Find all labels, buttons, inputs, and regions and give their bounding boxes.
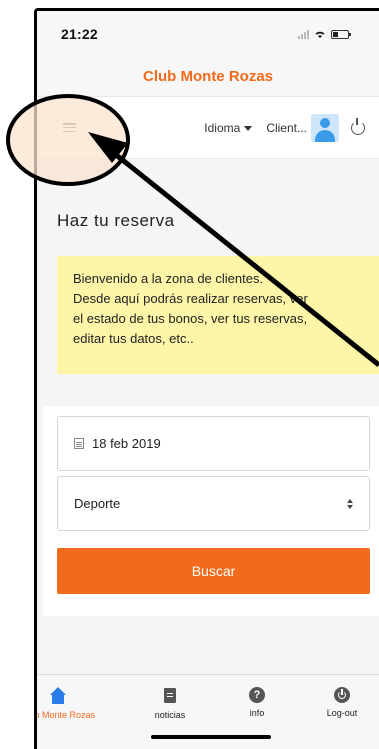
status-time: 21:22 <box>61 26 98 42</box>
power-icon <box>334 687 350 703</box>
search-button[interactable]: Buscar <box>57 548 370 594</box>
signal-icon <box>298 29 309 39</box>
document-icon <box>161 687 179 705</box>
welcome-line: el estado de tus bonos, ver tus reservas… <box>73 311 308 326</box>
booking-form: 18 feb 2019 Deporte Buscar <box>43 406 379 616</box>
tab-label: info <box>249 708 265 718</box>
welcome-message: Bienvenido a la zona de clientes. Desde … <box>57 256 379 374</box>
avatar[interactable] <box>311 114 339 142</box>
tab-noticias[interactable]: noticias <box>125 687 215 720</box>
welcome-line: Desde aquí podrás realizar reservas, ver <box>73 291 308 306</box>
date-field[interactable]: 18 feb 2019 <box>57 416 370 471</box>
app-title: Club Monte Rozas <box>143 68 273 85</box>
battery-icon <box>331 29 351 39</box>
client-menu[interactable]: Client... <box>266 121 307 135</box>
tab-club-monte-rozas[interactable]: Club Monte Rozas <box>34 687 103 720</box>
top-navbar: Idioma Client... <box>37 97 379 159</box>
sport-value: Deporte <box>74 496 121 511</box>
welcome-line: editar tus datos, etc.. <box>73 331 194 346</box>
tab-label: noticias <box>154 710 186 720</box>
app-title-bar: Club Monte Rozas <box>37 57 379 97</box>
status-bar: 21:22 <box>37 11 379 57</box>
tab-label: Club Monte Rozas <box>34 710 96 720</box>
tab-label: Log-out <box>326 708 358 718</box>
wifi-icon <box>315 31 325 38</box>
calendar-icon <box>74 438 84 449</box>
tab-info[interactable]: ? info <box>212 687 302 718</box>
phone-screen: 21:22 Club Monte Rozas Idioma Client... <box>34 8 379 749</box>
language-label: Idioma <box>204 121 241 135</box>
navbar-right: Idioma Client... <box>204 97 365 159</box>
sport-select[interactable]: Deporte <box>57 476 370 531</box>
language-dropdown[interactable]: Idioma <box>204 121 253 135</box>
home-indicator <box>151 735 271 739</box>
date-value: 18 feb 2019 <box>92 436 161 451</box>
question-icon: ? <box>249 687 265 703</box>
welcome-line: Bienvenido a la zona de clientes. <box>73 271 264 286</box>
status-icons <box>298 29 351 39</box>
tab-log-out[interactable]: Log-out <box>297 687 379 718</box>
caret-down-icon <box>244 125 253 131</box>
select-arrows-icon <box>347 499 353 509</box>
home-icon <box>49 687 67 705</box>
page-title: Haz tu reserva <box>57 211 175 230</box>
hamburger-menu-icon[interactable] <box>63 123 76 132</box>
power-icon[interactable] <box>351 118 365 135</box>
